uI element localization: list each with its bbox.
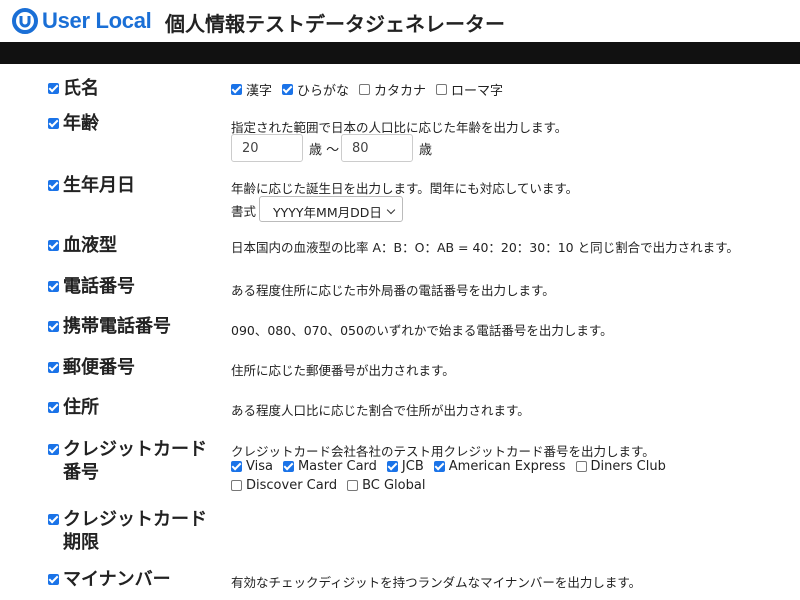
field-postal: 郵便番号	[48, 356, 213, 379]
option-label: BC Global	[362, 478, 426, 493]
field-mynumber: マイナンバー	[48, 568, 213, 591]
credit-brand-jcb[interactable]: JCB	[386, 459, 424, 474]
name-option-kanji[interactable]: 漢字	[231, 80, 272, 99]
field-blood-type-label: 血液型	[63, 235, 117, 256]
field-age-label: 年齢	[63, 113, 99, 134]
option-label: ローマ字	[451, 84, 504, 99]
field-mynumber-checkbox[interactable]	[48, 574, 59, 585]
postal-description: 住所に応じた郵便番号が出力されます。	[231, 363, 455, 378]
field-postal-checkbox[interactable]	[48, 362, 59, 373]
phone-description: ある程度住所に応じた市外局番の電話番号を出力します。	[231, 283, 555, 298]
checkbox[interactable]	[231, 480, 242, 491]
option-label: カタカナ	[374, 84, 427, 99]
checkbox[interactable]	[433, 461, 445, 472]
credit-brand-visa[interactable]: Visa	[231, 459, 273, 474]
birthday-format-select[interactable]: YYYY年MM月DD日	[259, 196, 403, 222]
field-postal-label: 郵便番号	[63, 357, 135, 378]
birthday-description: 年齢に応じた誕生日を出力します。閏年にも対応しています。	[231, 181, 579, 196]
option-label: American Express	[448, 459, 566, 474]
age-max-input[interactable]: 80	[341, 134, 413, 162]
name-option-katakana[interactable]: カタカナ	[359, 80, 426, 99]
field-address-checkbox[interactable]	[48, 402, 59, 413]
field-credit-number-label: クレジットカード番号	[63, 439, 207, 483]
checkbox[interactable]	[575, 461, 587, 472]
credit-brand-mastercard[interactable]: Master Card	[282, 459, 377, 474]
header-bar	[0, 42, 800, 64]
field-mobile: 携帯電話番号	[48, 315, 213, 338]
checkbox[interactable]	[359, 84, 371, 95]
page-title: 個人情報テストデータジェネレーター	[165, 12, 505, 36]
field-name-label: 氏名	[63, 78, 99, 99]
field-age: 年齢	[48, 112, 213, 135]
option-label: JCB	[401, 459, 424, 474]
field-mobile-checkbox[interactable]	[48, 321, 59, 332]
option-label: Discover Card	[246, 478, 338, 493]
option-label: 漢字	[246, 84, 273, 99]
field-name: 氏名	[48, 77, 213, 100]
age-min-unit: 歳 〜	[309, 143, 340, 158]
checkbox[interactable]	[386, 461, 398, 472]
field-birthday-label: 生年月日	[63, 175, 135, 196]
field-address-label: 住所	[63, 397, 99, 418]
field-phone: 電話番号	[48, 275, 213, 298]
field-credit-expiry-checkbox[interactable]	[48, 514, 59, 525]
field-mobile-label: 携帯電話番号	[63, 316, 171, 337]
mynumber-description: 有効なチェックディジットを持つランダムなマイナンバーを出力します。	[231, 575, 642, 590]
field-blood-type: 血液型	[48, 234, 213, 257]
name-options: 漢字 ひらがな カタカナ ローマ字	[231, 80, 513, 99]
field-name-checkbox[interactable]	[48, 83, 59, 94]
field-credit-number: クレジットカード番号	[48, 438, 208, 484]
age-min-input[interactable]: 20	[231, 134, 303, 162]
field-phone-label: 電話番号	[63, 276, 135, 297]
credit-brand-discover[interactable]: Discover Card	[231, 478, 337, 493]
checkbox[interactable]	[282, 84, 294, 95]
option-label: Visa	[246, 459, 273, 474]
checkbox[interactable]	[282, 461, 294, 472]
credit-brand-bc-global[interactable]: BC Global	[347, 478, 425, 493]
name-option-hiragana[interactable]: ひらがな	[282, 80, 349, 99]
field-phone-checkbox[interactable]	[48, 281, 59, 292]
field-credit-expiry-label: クレジットカード期限	[63, 509, 207, 553]
credit-brand-amex[interactable]: American Express	[433, 459, 566, 474]
credit-brands-row-2: Discover Card BC Global	[231, 478, 435, 493]
age-max-unit: 歳	[419, 143, 433, 158]
option-label: ひらがな	[297, 84, 350, 99]
option-label: Diners Club	[590, 459, 666, 474]
field-blood-type-checkbox[interactable]	[48, 240, 59, 251]
blood-type-description: 日本国内の血液型の比率 A：B：O：AB = 40：20：30：10 と同じ割合…	[231, 240, 739, 255]
user-local-logo-icon	[12, 8, 38, 34]
birthday-format-value: YYYY年MM月DD日	[273, 205, 382, 220]
field-address: 住所	[48, 396, 213, 419]
option-label: Master Card	[297, 459, 377, 474]
site-header: User Local 個人情報テストデータジェネレーター	[0, 0, 800, 42]
mobile-description: 090、080、070、050のいずれかで始まる電話番号を出力します。	[231, 323, 613, 338]
brand-name: User Local	[42, 8, 152, 33]
checkbox[interactable]	[347, 480, 359, 491]
checkbox[interactable]	[231, 461, 242, 472]
checkbox[interactable]	[231, 84, 242, 95]
chevron-down-icon	[386, 205, 396, 215]
field-age-checkbox[interactable]	[48, 118, 59, 129]
credit-brands-row-1: Visa Master Card JCB American Express Di…	[231, 459, 676, 474]
field-mynumber-label: マイナンバー	[63, 569, 171, 590]
name-option-romaji[interactable]: ローマ字	[436, 80, 503, 99]
field-birthday-checkbox[interactable]	[48, 180, 59, 191]
field-credit-number-checkbox[interactable]	[48, 444, 59, 455]
birthday-format-label: 書式	[231, 204, 257, 219]
user-local-logo[interactable]: User Local	[12, 7, 152, 35]
field-birthday: 生年月日	[48, 174, 213, 197]
credit-description: クレジットカード会社各社のテスト用クレジットカード番号を出力します。	[231, 444, 655, 459]
field-credit-expiry: クレジットカード期限	[48, 508, 208, 554]
credit-brand-diners[interactable]: Diners Club	[575, 459, 666, 474]
address-description: ある程度人口比に応じた割合で住所が出力されます。	[231, 403, 530, 418]
checkbox[interactable]	[436, 84, 448, 95]
